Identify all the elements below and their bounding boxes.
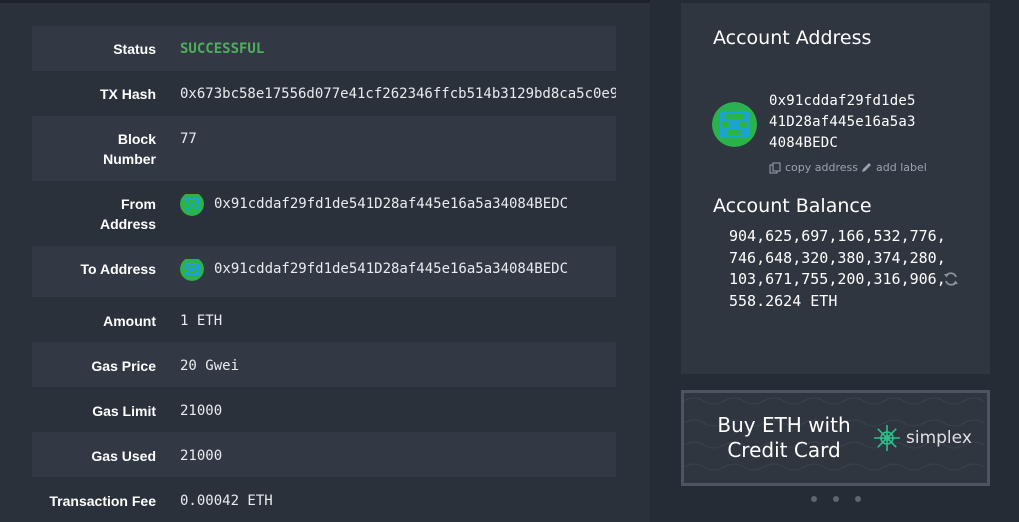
- identicon: [712, 102, 757, 147]
- row-to-address: To Address 0x91cddaf29fd1de541D28af445e1…: [32, 246, 616, 297]
- pencil-icon: [862, 163, 871, 172]
- block-number-value: 77: [180, 131, 197, 147]
- row-tx-hash: TX Hash 0x673bc58e17556d077e41cf262346ff…: [32, 71, 616, 116]
- gas-price-label: Gas Price: [91, 358, 156, 374]
- buy-eth-text: Buy ETH with Credit Card: [717, 413, 851, 462]
- gas-limit-value: 21000: [180, 403, 223, 419]
- add-label-text: add label: [876, 161, 927, 174]
- row-from-address: From Address 0x91cddaf29fd1de541D28af445…: [32, 181, 616, 246]
- carousel-dot[interactable]: [833, 496, 839, 502]
- from-address-label: From Address: [99, 196, 156, 232]
- account-card: [681, 3, 990, 374]
- to-address-value[interactable]: 0x91cddaf29fd1de541D28af445e16a5a34084BE…: [180, 259, 616, 297]
- row-gas-limit: Gas Limit 21000: [32, 387, 616, 432]
- transaction-fee-label: Transaction Fee: [49, 493, 156, 509]
- status-label: Status: [113, 41, 156, 57]
- add-label-button[interactable]: add label: [861, 161, 927, 174]
- copy-icon: [769, 162, 781, 173]
- from-address-value[interactable]: 0x91cddaf29fd1de541D28af445e16a5a34084BE…: [180, 194, 616, 246]
- copy-address-label: copy address: [785, 161, 858, 174]
- transaction-fee-value: 0.00042 ETH: [180, 493, 273, 509]
- gas-used-value: 21000: [180, 448, 223, 464]
- copy-address-button[interactable]: copy address: [769, 161, 858, 174]
- block-number-label: Block Number: [103, 131, 156, 167]
- row-status: Status SUCCESSFUL: [32, 26, 616, 71]
- identicon: [180, 194, 204, 216]
- simplex-brand-text: simplex: [906, 428, 972, 448]
- row-gas-used: Gas Used 21000: [32, 432, 616, 477]
- refresh-icon[interactable]: [943, 271, 959, 287]
- to-address-text: 0x91cddaf29fd1de541D28af445e16a5a34084BE…: [214, 261, 569, 277]
- gas-price-value: 20 Gwei: [180, 358, 240, 374]
- amount-value: 1 ETH: [180, 313, 223, 329]
- account-address-value[interactable]: 0x91cddaf29fd1de541D28af445e16a5a34084BE…: [769, 91, 919, 154]
- row-block-number: Block Number 77: [32, 116, 616, 181]
- transaction-details-panel: Status SUCCESSFUL TX Hash 0x673bc58e1755…: [0, 3, 650, 522]
- tx-hash-value[interactable]: 0x673bc58e17556d077e41cf262346ffcb514b31…: [180, 84, 616, 116]
- amount-label: Amount: [103, 313, 156, 329]
- simplex-logo-icon: [874, 425, 900, 451]
- simplex-logo: simplex: [872, 423, 972, 453]
- gas-limit-label: Gas Limit: [92, 403, 156, 419]
- carousel-dots: [811, 496, 861, 502]
- carousel-dot[interactable]: [855, 496, 861, 502]
- row-amount: Amount 1 ETH: [32, 297, 616, 342]
- to-address-label: To Address: [80, 261, 156, 277]
- account-balance-value: 904,625,697,166,532,776,746,648,320,380,…: [729, 227, 946, 310]
- tx-hash-label: TX Hash: [99, 86, 156, 102]
- account-address-title: Account Address: [713, 27, 872, 49]
- row-gas-price: Gas Price 20 Gwei: [32, 342, 616, 387]
- account-balance-title: Account Balance: [713, 195, 872, 217]
- carousel-dot[interactable]: [811, 496, 817, 502]
- from-address-text: 0x91cddaf29fd1de541D28af445e16a5a34084BE…: [214, 196, 569, 212]
- gas-used-label: Gas Used: [91, 448, 156, 464]
- buy-eth-banner[interactable]: Buy ETH with Credit Card simplex: [681, 390, 990, 486]
- row-transaction-fee: Transaction Fee 0.00042 ETH: [32, 477, 616, 522]
- status-value: SUCCESSFUL: [180, 41, 265, 57]
- identicon: [180, 259, 204, 281]
